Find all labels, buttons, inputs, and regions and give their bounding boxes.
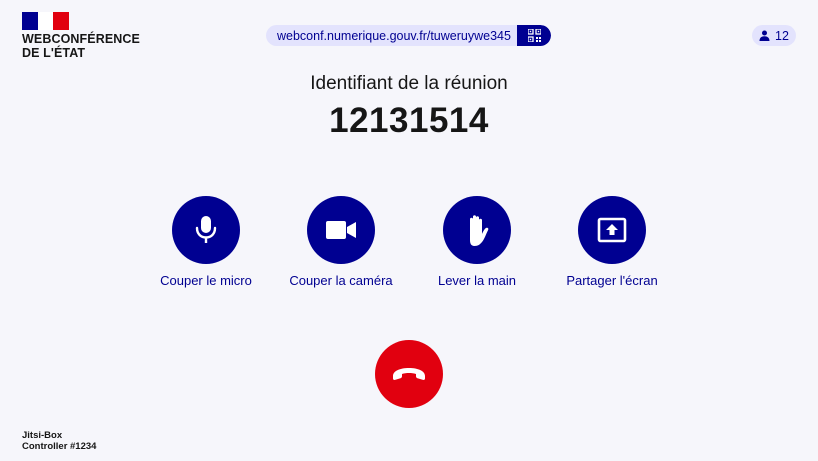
video-camera-icon	[326, 221, 356, 239]
mute-microphone-label: Couper le micro	[160, 273, 252, 288]
meeting-url[interactable]: webconf.numerique.gouv.fr/tuweruywe345	[277, 29, 517, 43]
brand-title-line1: WEBCONFÉRENCE	[22, 32, 140, 46]
page: WEBCONFÉRENCE DE L'ÉTAT webconf.numeriqu…	[0, 0, 818, 461]
hang-up-phone-icon	[393, 368, 425, 380]
meeting-url-pill[interactable]: webconf.numerique.gouv.fr/tuweruywe345	[266, 25, 551, 46]
share-screen-control[interactable]: Partager l'écran	[542, 196, 682, 288]
mute-camera-label: Couper la caméra	[289, 273, 393, 288]
controller-id: Controller #1234	[22, 440, 97, 452]
french-flag-icon	[22, 12, 69, 30]
meeting-id-label: Identifiant de la réunion	[310, 73, 508, 94]
device-info: Jitsi-Box Controller #1234	[22, 430, 97, 452]
raise-hand-control[interactable]: Lever la main	[407, 196, 547, 288]
qr-code-button[interactable]	[517, 25, 551, 46]
brand-title: WEBCONFÉRENCE DE L'ÉTAT	[22, 32, 140, 60]
participants-count-pill[interactable]: 12	[752, 25, 796, 46]
mute-camera-button[interactable]	[307, 196, 375, 264]
mute-camera-control[interactable]: Couper la caméra	[271, 196, 411, 288]
mute-microphone-control[interactable]: Couper le micro	[136, 196, 276, 288]
qr-code-icon	[527, 29, 541, 42]
device-name: Jitsi-Box	[22, 430, 63, 441]
microphone-icon	[195, 216, 217, 243]
brand-title-line2: DE L'ÉTAT	[22, 45, 86, 60]
participants-count: 12	[775, 28, 789, 43]
person-icon	[759, 30, 770, 41]
hang-up-button[interactable]	[375, 340, 443, 408]
raise-hand-button[interactable]	[443, 196, 511, 264]
mute-microphone-button[interactable]	[172, 196, 240, 264]
meeting-id: 12131514	[329, 101, 489, 140]
share-screen-label: Partager l'écran	[566, 273, 658, 288]
raise-hand-label: Lever la main	[437, 273, 517, 288]
share-screen-button[interactable]	[578, 196, 646, 264]
share-screen-icon	[597, 217, 627, 243]
brand-logo: WEBCONFÉRENCE DE L'ÉTAT	[22, 12, 140, 60]
raise-hand-icon	[470, 215, 489, 246]
